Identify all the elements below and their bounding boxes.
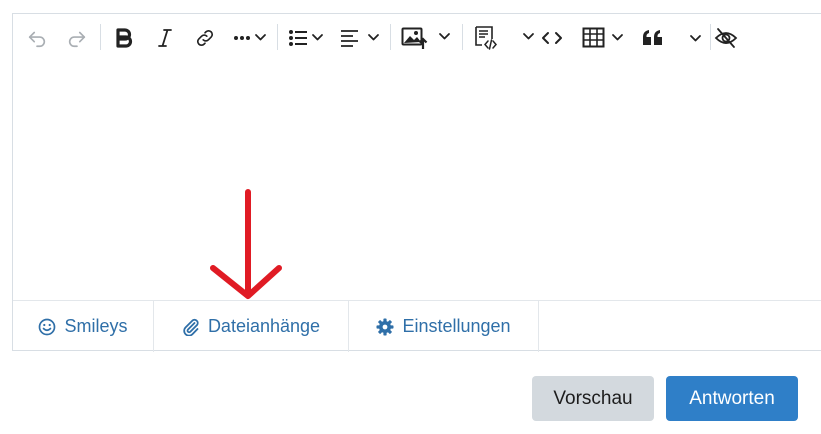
redo-button[interactable]: [65, 22, 89, 54]
tab-attachments-label: Dateianhänge: [207, 316, 321, 336]
inline-code-button[interactable]: [540, 22, 564, 54]
bold-icon: [116, 28, 133, 48]
align-icon: [341, 30, 379, 47]
eye-slash-icon: [714, 28, 738, 48]
italic-icon: [158, 29, 172, 47]
editor-toolbar: [13, 14, 821, 62]
paperclip-icon: [183, 318, 199, 336]
code-icon: [542, 32, 562, 44]
undo-icon: [28, 31, 46, 48]
message-editor: Smileys Dateianhänge Einstellungen: [12, 13, 821, 352]
list-icon: [289, 30, 323, 46]
toolbar-separator: [100, 24, 101, 50]
preview-button[interactable]: Vorschau: [532, 376, 654, 421]
gear-icon: [376, 318, 394, 335]
code-block-icon: [475, 26, 534, 50]
table-icon: [582, 27, 623, 48]
toolbar-separator: [277, 24, 278, 50]
insert-image-button[interactable]: [401, 22, 453, 54]
toolbar-separator: [710, 24, 711, 50]
quote-icon: [643, 30, 662, 45]
toolbar-separator: [390, 24, 391, 50]
smiley-icon: [39, 318, 56, 335]
editor-footer: Smileys Dateianhänge Einstellungen: [13, 300, 821, 352]
undo-button[interactable]: [25, 22, 49, 54]
bold-button[interactable]: [113, 22, 135, 54]
align-button[interactable]: [340, 22, 382, 54]
quote-button[interactable]: [641, 22, 665, 54]
tab-smileys-label: Smileys: [64, 316, 128, 336]
more-insert-button[interactable]: [685, 22, 707, 54]
more-options-button[interactable]: [232, 22, 270, 54]
editor-content-area[interactable]: [13, 61, 821, 300]
more-icon: [234, 34, 266, 41]
image-icon: [401, 27, 450, 49]
tab-smileys[interactable]: Smileys: [13, 301, 154, 352]
tab-attachments[interactable]: Dateianhänge: [154, 301, 349, 352]
reply-button[interactable]: Antworten: [666, 376, 798, 421]
tab-settings[interactable]: Einstellungen: [349, 301, 539, 352]
link-icon: [196, 29, 214, 47]
code-block-button[interactable]: [472, 22, 536, 54]
list-button[interactable]: [288, 22, 326, 54]
spoiler-button[interactable]: [713, 22, 739, 54]
redo-icon: [68, 31, 86, 48]
link-button[interactable]: [193, 22, 217, 54]
tab-settings-label: Einstellungen: [402, 316, 511, 336]
table-button[interactable]: [582, 22, 628, 54]
chevron-down-icon: [690, 35, 701, 42]
toolbar-separator: [462, 24, 463, 50]
italic-button[interactable]: [154, 22, 176, 54]
